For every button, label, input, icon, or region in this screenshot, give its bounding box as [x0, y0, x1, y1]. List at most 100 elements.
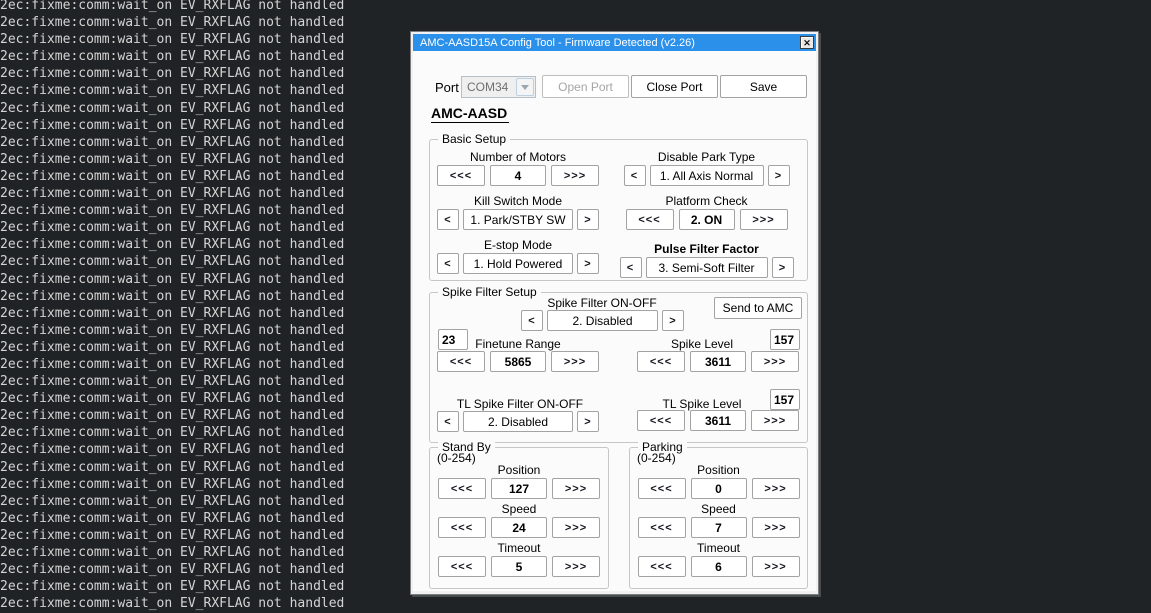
terminal-output: 2ec:fixme:comm:wait_on EV_RXFLAG not han… [0, 0, 345, 612]
increment-button[interactable]: >>> [552, 478, 600, 499]
stepper-label: Number of Motors [469, 150, 567, 164]
port-combobox-value: COM34 [467, 80, 509, 94]
value-field[interactable]: 24 [491, 517, 547, 538]
port-combobox[interactable]: COM34 [461, 76, 536, 98]
decrement-button[interactable]: <<< [438, 478, 486, 499]
stepper-label: Pulse Filter Factor [654, 242, 759, 256]
parking-range-label: (0-254) [637, 451, 676, 465]
stepper-standby-position: Position <<< 127 >>> [438, 463, 600, 499]
decrement-button[interactable]: <<< [437, 351, 485, 372]
value-field[interactable]: 3. Semi-Soft Filter [645, 257, 768, 278]
increment-button[interactable]: >>> [751, 478, 800, 499]
stepper-spike-level: <<< 3611 >>> [637, 351, 799, 372]
basic-setup-group: Basic Setup Number of Motors <<< 4 >>> D… [429, 132, 808, 281]
open-port-button[interactable]: Open Port [542, 75, 629, 98]
value-field[interactable]: 3611 [690, 351, 746, 372]
stepper-parking-position: Position <<< 0 >>> [637, 463, 800, 499]
decrement-button[interactable]: < [623, 165, 646, 186]
value-field[interactable]: 5 [491, 556, 547, 577]
increment-button[interactable]: >>> [751, 517, 800, 538]
stepper-label: Spike Level [670, 337, 734, 351]
increment-button[interactable]: >>> [751, 351, 799, 372]
dialog-titlebar[interactable]: AMC-AASD15A Config Tool - Firmware Detec… [413, 34, 816, 51]
value-field[interactable]: 2. ON [678, 209, 735, 230]
stepper-label: Position [697, 463, 740, 477]
decrement-button[interactable]: < [437, 209, 459, 230]
close-port-button[interactable]: Close Port [631, 75, 718, 98]
decrement-button[interactable]: <<< [637, 351, 685, 372]
page-title: AMC-AASD [431, 105, 510, 123]
increment-button[interactable]: > [577, 209, 599, 230]
decrement-button[interactable]: <<< [625, 209, 674, 230]
decrement-button[interactable]: <<< [637, 478, 686, 499]
increment-button[interactable]: >>> [552, 556, 600, 577]
increment-button[interactable]: > [577, 253, 599, 274]
value-field[interactable]: 1. Park/STBY SW [463, 209, 573, 230]
send-to-amc-button[interactable]: Send to AMC [714, 297, 802, 319]
stepper-label: E-stop Mode [483, 238, 553, 252]
stepper-label: Speed [701, 502, 736, 516]
basic-setup-legend: Basic Setup [438, 132, 511, 146]
increment-button[interactable]: >>> [751, 410, 799, 431]
tl-spike-level-mini-field[interactable]: 157 [770, 389, 800, 410]
port-label: Port [435, 80, 459, 95]
increment-button[interactable]: > [662, 310, 684, 331]
increment-button[interactable]: >>> [551, 351, 599, 372]
stepper-finetune-range: <<< 5865 >>> [437, 351, 599, 372]
stepper-label: Disable Park Type [657, 150, 756, 164]
decrement-button[interactable]: < [437, 411, 459, 432]
save-button[interactable]: Save [720, 75, 807, 98]
decrement-button[interactable]: < [619, 257, 642, 278]
increment-button[interactable]: > [767, 165, 790, 186]
increment-button[interactable]: > [771, 257, 794, 278]
chevron-down-icon [516, 78, 534, 96]
parking-group: Parking (0-254) Position <<< 0 >>> Speed… [629, 440, 808, 589]
close-icon: ✕ [803, 37, 811, 48]
increment-button[interactable]: >>> [551, 165, 599, 186]
stepper-spike-filter-onoff: < 2. Disabled > [521, 310, 684, 331]
decrement-button[interactable]: < [521, 310, 543, 331]
decrement-button[interactable]: <<< [437, 165, 485, 186]
stepper-standby-timeout: Timeout <<< 5 >>> [438, 541, 600, 577]
stepper-label: Timeout [497, 541, 541, 555]
dialog-title: AMC-AASD15A Config Tool - Firmware Detec… [420, 36, 695, 49]
stepper-tl-spike-level: <<< 3611 >>> [637, 410, 799, 431]
stepper-number-of-motors: Number of Motors <<< 4 >>> [437, 150, 599, 186]
stepper-disable-park-type: Disable Park Type < 1. All Axis Normal > [623, 150, 790, 186]
value-field[interactable]: 5865 [490, 351, 546, 372]
decrement-button[interactable]: < [437, 253, 459, 274]
decrement-button[interactable]: <<< [637, 556, 686, 577]
increment-button[interactable]: >>> [751, 556, 800, 577]
value-field[interactable]: 6 [690, 556, 747, 577]
decrement-button[interactable]: <<< [438, 556, 486, 577]
stepper-platform-check: Platform Check <<< 2. ON >>> [625, 194, 788, 230]
value-field[interactable]: 1. Hold Powered [463, 253, 573, 274]
spike-level-mini-field[interactable]: 157 [770, 329, 800, 350]
dialog-content: Port COM34 Open Port Close Port Save AMC… [413, 51, 816, 591]
stepper-label: Platform Check [665, 194, 748, 208]
increment-button[interactable]: >>> [739, 209, 788, 230]
value-field[interactable]: 2. Disabled [547, 310, 658, 331]
decrement-button[interactable]: <<< [637, 410, 685, 431]
stepper-parking-speed: Speed <<< 7 >>> [637, 502, 800, 538]
increment-button[interactable]: >>> [552, 517, 600, 538]
decrement-button[interactable]: <<< [637, 517, 686, 538]
value-field[interactable]: 127 [491, 478, 547, 499]
stepper-kill-switch-mode: Kill Switch Mode < 1. Park/STBY SW > [437, 194, 599, 230]
stepper-label: TL Spike Filter ON-OFF [456, 397, 584, 411]
stepper-label: Position [497, 463, 541, 477]
value-field[interactable]: 2. Disabled [463, 411, 573, 432]
value-field[interactable]: 7 [690, 517, 747, 538]
spike-filter-group: Spike Filter Setup Spike Filter ON-OFF <… [429, 285, 808, 443]
decrement-button[interactable]: <<< [438, 517, 486, 538]
stepper-tl-spike-filter-onoff: < 2. Disabled > [437, 411, 599, 432]
increment-button[interactable]: > [577, 411, 599, 432]
value-field[interactable]: 4 [490, 165, 546, 186]
value-field[interactable]: 1. All Axis Normal [649, 165, 764, 186]
close-button[interactable]: ✕ [800, 36, 814, 49]
stepper-label: Kill Switch Mode [473, 194, 563, 208]
stepper-pulse-filter-factor: Pulse Filter Factor < 3. Semi-Soft Filte… [619, 242, 794, 278]
value-field[interactable]: 3611 [690, 410, 746, 431]
stepper-label: TL Spike Level [662, 397, 742, 411]
value-field[interactable]: 0 [690, 478, 747, 499]
